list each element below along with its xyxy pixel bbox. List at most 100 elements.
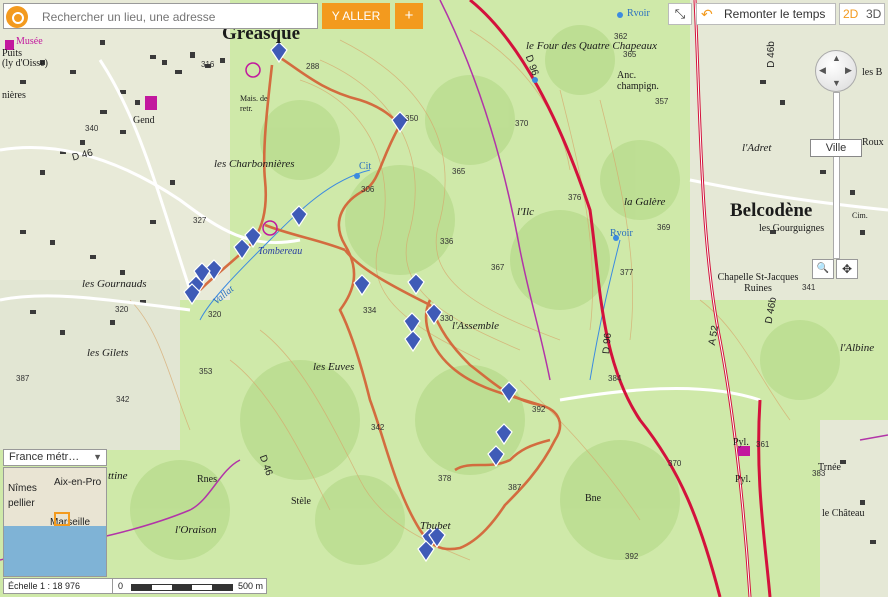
fullscreen-button[interactable]: ⤡ <box>668 3 692 25</box>
altitude-label: 369 <box>657 223 671 232</box>
altitude-label: 350 <box>405 114 419 123</box>
overview-label: pellier <box>8 498 35 509</box>
place-label: Tombereau <box>258 246 303 257</box>
altitude-label: 365 <box>623 50 637 59</box>
small-label: Roux <box>862 137 884 148</box>
territory-select[interactable]: France métr… ▼ <box>3 449 107 466</box>
altitude-label: 378 <box>438 474 452 483</box>
altitude-label: 334 <box>363 306 377 315</box>
place-label: la Galère <box>624 196 666 208</box>
water-icon <box>617 12 623 18</box>
zoom-box-tool[interactable]: 🔍 <box>812 259 834 279</box>
altitude-label: 320 <box>208 310 222 319</box>
altitude-label: 340 <box>85 124 99 133</box>
altitude-label: 357 <box>655 97 669 106</box>
arrow-left-icon[interactable]: ◀ <box>819 65 826 76</box>
scale-max: 500 m <box>238 581 264 591</box>
altitude-label: 387 <box>508 483 522 492</box>
altitude-label: 387 <box>16 374 30 383</box>
overview-sea <box>4 526 106 576</box>
altitude-label: 341 <box>802 283 816 292</box>
scale-bar: Échelle 1 : 18 976 0 500 m <box>3 578 267 594</box>
water-icon <box>354 173 360 179</box>
altitude-label: 377 <box>620 268 634 277</box>
altitude-label: 376 <box>568 193 582 202</box>
place-label: Gend <box>133 115 155 126</box>
place-label: l'Oraison <box>175 524 217 536</box>
altitude-label: 320 <box>115 305 129 314</box>
small-label: ttine <box>108 470 128 482</box>
small-label: Stèle <box>291 496 311 507</box>
altitude-label: 316 <box>201 60 215 69</box>
scale-zero: 0 <box>118 581 124 591</box>
arrow-right-icon[interactable]: ▶ <box>845 65 852 76</box>
zoom-slider-handle[interactable]: Ville <box>810 139 862 157</box>
place-label: l'Adret <box>742 142 772 154</box>
overview-map[interactable]: Nîmes pellier Aix-en-Pro Marseille <box>3 467 107 577</box>
road-label: D 46b <box>765 41 777 68</box>
mode-3d-button[interactable]: 3D <box>866 4 881 24</box>
altitude-label: 288 <box>306 62 320 71</box>
place-label: les Euves <box>313 361 355 373</box>
geolocate-icon[interactable] <box>6 6 28 28</box>
topo-map[interactable] <box>0 0 888 597</box>
altitude-label: 370 <box>515 119 529 128</box>
place-label: Chapelle St-Jacques Ruines <box>717 272 799 294</box>
small-label: Cim. <box>852 211 868 220</box>
small-label: Mais. de retr. <box>240 94 268 113</box>
scale-graphic <box>131 584 233 591</box>
scale-ratio: Échelle 1 : 18 976 <box>8 581 81 591</box>
small-label: nières <box>2 90 26 101</box>
move-tool[interactable]: ✥ <box>836 259 858 279</box>
back-in-time-button[interactable]: ↶ Remonter le temps <box>696 3 836 25</box>
place-label: Anc. champign. <box>617 70 659 92</box>
small-label: Pyl. <box>733 437 749 448</box>
altitude-label: 330 <box>440 314 454 323</box>
place-label: le Château <box>822 508 865 519</box>
altitude-label: 336 <box>440 237 454 246</box>
small-label: Bne <box>585 493 602 504</box>
place-label: Tbubet <box>420 520 451 532</box>
more-options-button[interactable]: + <box>395 3 423 29</box>
small-label: Cit <box>359 161 372 172</box>
overview-label: Aix-en-Pro <box>54 477 102 488</box>
small-label: Rvoir <box>610 228 633 239</box>
small-label: les B <box>862 67 883 78</box>
altitude-label: 392 <box>625 552 639 561</box>
arrow-down-icon[interactable]: ▼ <box>832 78 841 88</box>
small-label: Rnes <box>197 474 217 485</box>
altitude-label: 327 <box>193 216 207 225</box>
small-label: Rvoir <box>627 8 650 19</box>
undo-icon: ↶ <box>701 6 713 22</box>
overview-label: Nîmes <box>8 483 37 494</box>
road-label: D 96 <box>601 332 614 355</box>
mode-2d-button[interactable]: 2D <box>843 4 858 24</box>
go-button[interactable]: Y ALLER <box>322 3 390 29</box>
search-input[interactable] <box>40 7 314 27</box>
place-label: les Charbonnières <box>214 158 295 170</box>
altitude-label: 365 <box>452 167 466 176</box>
chevron-down-icon: ▼ <box>93 452 102 462</box>
altitude-label: 361 <box>756 440 770 449</box>
arrow-up-icon[interactable]: ▲ <box>832 53 841 63</box>
altitude-label: 342 <box>371 423 385 432</box>
place-label: le Four des Quatre Chapeaux <box>526 40 657 52</box>
pan-control[interactable]: ▲ ◀ ▶ ▼ <box>815 50 857 92</box>
small-label: l'Ilc <box>517 206 535 218</box>
place-label: l'Assemble <box>452 320 499 332</box>
view-mode-toggle: 2D 3D <box>839 3 885 25</box>
altitude-label: 353 <box>199 367 213 376</box>
altitude-label: 370 <box>668 459 682 468</box>
small-label: Musée <box>16 36 43 47</box>
altitude-label: 362 <box>614 32 628 41</box>
place-label: l'Albine <box>840 342 875 354</box>
place-label: les Gilets <box>87 347 129 359</box>
altitude-label: 392 <box>532 405 546 414</box>
altitude-label: 342 <box>116 395 130 404</box>
water-icon <box>532 77 538 83</box>
zoom-slider[interactable] <box>833 92 840 259</box>
small-label: (ly d'Oisse) <box>2 58 48 69</box>
overview-viewport[interactable] <box>54 512 70 526</box>
search-bar <box>3 3 318 29</box>
altitude-label: 383 <box>812 469 826 478</box>
